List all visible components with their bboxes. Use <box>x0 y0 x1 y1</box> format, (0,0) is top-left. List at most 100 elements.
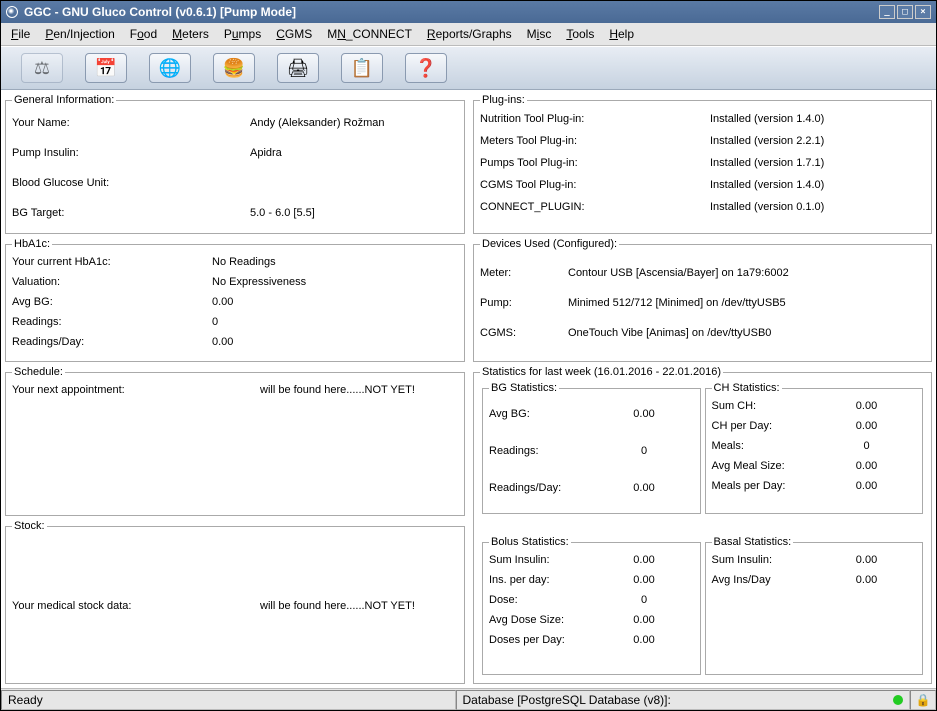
menu-reports-graphs[interactable]: Reports/Graphs <box>421 26 518 42</box>
plugin-label-2: Pumps Tool Plug-in: <box>480 152 710 174</box>
plugins-panel: Plug-ins: Nutrition Tool Plug-in:Install… <box>473 94 932 234</box>
menu-food[interactable]: Food <box>124 26 163 42</box>
bolus-stats-legend: Bolus Statistics: <box>489 536 571 548</box>
menu-cgms[interactable]: CGMS <box>270 26 318 42</box>
bolus-stat-value-3: 0.00 <box>619 610 669 630</box>
status-db-label: Database [PostgreSQL Database (v8)]: <box>463 693 671 707</box>
device-label-1: Pump: <box>480 288 568 318</box>
maximize-button[interactable]: □ <box>897 5 913 19</box>
plugin-value-1: Installed (version 2.2.1) <box>710 130 925 152</box>
status-left: Ready <box>1 690 456 710</box>
minimize-button[interactable]: _ <box>879 5 895 19</box>
statistics-legend: Statistics for last week (16.01.2016 - 2… <box>480 366 723 378</box>
schedule-label: Your next appointment: <box>12 380 260 400</box>
hba1c-value-0: No Readings <box>212 252 458 272</box>
toolbar-btn-globe[interactable]: 🌐 <box>149 53 191 83</box>
status-right: Database [PostgreSQL Database (v8)]: <box>456 690 911 710</box>
stock-label: Your medical stock data: <box>12 596 260 616</box>
plugin-label-4: CONNECT_PLUGIN: <box>480 196 710 218</box>
ch-stat-label-1: CH per Day: <box>712 416 842 436</box>
ch-stat-value-3: 0.00 <box>842 456 892 476</box>
menu-help[interactable]: Help <box>603 26 640 42</box>
stock-panel: Stock: Your medical stock data:will be f… <box>5 520 465 684</box>
menu-meters[interactable]: Meters <box>166 26 215 42</box>
ch-stat-label-2: Meals: <box>712 436 842 456</box>
bg-stats-legend: BG Statistics: <box>489 382 559 394</box>
hba1c-label-4: Readings/Day: <box>12 332 212 352</box>
menu-pumps[interactable]: Pumps <box>218 26 267 42</box>
basal-stats-legend: Basal Statistics: <box>712 536 794 548</box>
ch-stats-legend: CH Statistics: <box>712 382 782 394</box>
plugin-label-1: Meters Tool Plug-in: <box>480 130 710 152</box>
hba1c-label-3: Readings: <box>12 312 212 332</box>
menu-misc[interactable]: Misc <box>521 26 558 42</box>
titlebar: GGC - GNU Gluco Control (v0.6.1) [Pump M… <box>1 1 936 23</box>
toolbar-btn-checklist[interactable]: 📋 <box>341 53 383 83</box>
your-name-label: Your Name: <box>12 108 250 138</box>
ch-statistics-panel: CH Statistics: Sum CH:0.00CH per Day:0.0… <box>705 382 924 514</box>
menu-mn-connect[interactable]: MN_CONNECT <box>321 26 418 42</box>
your-name-value: Andy (Aleksander) Rožman <box>250 108 458 138</box>
bg-stat-value-1: 0 <box>619 441 669 461</box>
ch-stat-label-3: Avg Meal Size: <box>712 456 842 476</box>
db-status-indicator-icon <box>893 695 903 705</box>
statusbar: Ready Database [PostgreSQL Database (v8)… <box>1 688 936 710</box>
hba1c-value-3: 0 <box>212 312 458 332</box>
bolus-statistics-panel: Bolus Statistics: Sum Insulin:0.00Ins. p… <box>482 536 701 675</box>
bg-unit-label: Blood Glucose Unit: <box>12 168 250 198</box>
toolbar-btn-print[interactable]: 🖨 <box>277 53 319 83</box>
menu-pen-injection[interactable]: Pen/Injection <box>39 26 120 42</box>
stock-legend: Stock: <box>12 520 47 532</box>
toolbar-btn-1[interactable]: ⚖ <box>21 53 63 83</box>
menu-tools[interactable]: Tools <box>560 26 600 42</box>
basal-stat-value-1: 0.00 <box>842 570 892 590</box>
bolus-stat-label-0: Sum Insulin: <box>489 550 619 570</box>
bg-unit-value <box>250 168 458 198</box>
device-value-1: Minimed 512/712 [Minimed] on /dev/ttyUSB… <box>568 288 925 318</box>
hba1c-label-2: Avg BG: <box>12 292 212 312</box>
ch-stat-value-0: 0.00 <box>842 396 892 416</box>
bg-stat-label-1: Readings: <box>489 441 619 461</box>
app-icon <box>6 6 18 18</box>
toolbar-btn-food[interactable]: 🍔 <box>213 53 255 83</box>
pump-insulin-value: Apidra <box>250 138 458 168</box>
ch-stat-value-1: 0.00 <box>842 416 892 436</box>
bolus-stat-label-4: Doses per Day: <box>489 630 619 650</box>
schedule-value: will be found here......NOT YET! <box>260 380 458 400</box>
devices-panel: Devices Used (Configured): Meter:Contour… <box>473 238 932 362</box>
plugin-value-4: Installed (version 0.1.0) <box>710 196 925 218</box>
bg-stat-value-0: 0.00 <box>619 404 669 424</box>
schedule-panel: Schedule: Your next appointment:will be … <box>5 366 465 516</box>
plugins-legend: Plug-ins: <box>480 94 527 106</box>
bg-target-label: BG Target: <box>12 198 250 228</box>
schedule-legend: Schedule: <box>12 366 65 378</box>
plugin-label-3: CGMS Tool Plug-in: <box>480 174 710 196</box>
pump-insulin-label: Pump Insulin: <box>12 138 250 168</box>
statistics-panel: Statistics for last week (16.01.2016 - 2… <box>473 366 932 684</box>
close-button[interactable]: × <box>915 5 931 19</box>
bg-stat-label-2: Readings/Day: <box>489 478 619 498</box>
status-lock <box>910 690 936 710</box>
device-label-0: Meter: <box>480 258 568 288</box>
ch-stat-value-2: 0 <box>842 436 892 456</box>
plugin-value-3: Installed (version 1.4.0) <box>710 174 925 196</box>
device-label-2: CGMS: <box>480 318 568 348</box>
bg-stat-value-2: 0.00 <box>619 478 669 498</box>
stock-value: will be found here......NOT YET! <box>260 596 458 616</box>
hba1c-label-0: Your current HbA1c: <box>12 252 212 272</box>
menubar: File Pen/Injection Food Meters Pumps CGM… <box>1 23 936 46</box>
ch-stat-label-4: Meals per Day: <box>712 476 842 496</box>
bolus-stat-value-4: 0.00 <box>619 630 669 650</box>
bg-target-value: 5.0 - 6.0 [5.5] <box>250 198 458 228</box>
basal-stat-value-0: 0.00 <box>842 550 892 570</box>
toolbar-btn-help[interactable]: ❓ <box>405 53 447 83</box>
bolus-stat-label-3: Avg Dose Size: <box>489 610 619 630</box>
general-information-panel: General Information: Your Name:Andy (Ale… <box>5 94 465 234</box>
menu-file[interactable]: File <box>5 26 36 42</box>
hba1c-label-1: Valuation: <box>12 272 212 292</box>
ch-stat-value-4: 0.00 <box>842 476 892 496</box>
bolus-stat-value-1: 0.00 <box>619 570 669 590</box>
device-value-0: Contour USB [Ascensia/Bayer] on 1a79:600… <box>568 258 925 288</box>
toolbar-btn-calendar[interactable]: 📅 <box>85 53 127 83</box>
hba1c-value-1: No Expressiveness <box>212 272 458 292</box>
